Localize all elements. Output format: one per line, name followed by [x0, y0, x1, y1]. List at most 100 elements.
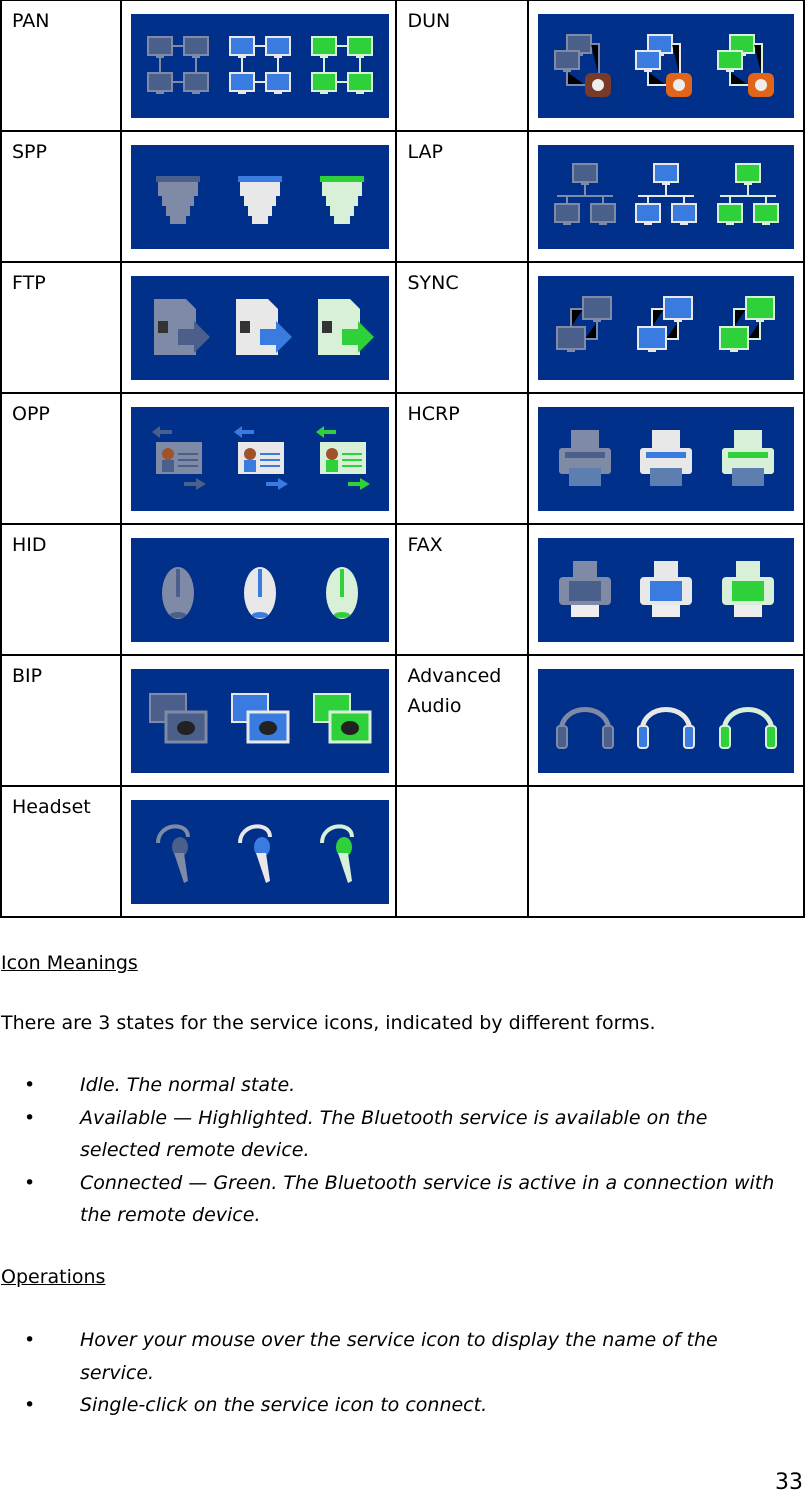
service-icon-cell	[527, 523, 805, 656]
service-label: Headset	[0, 785, 122, 918]
service-icon-cell	[119, 523, 398, 656]
serial-port-connected-icon[interactable]	[308, 158, 376, 236]
lan-access-connected-icon[interactable]	[714, 158, 782, 236]
pan-network-connected-icon[interactable]	[308, 27, 376, 105]
fax-connected-icon[interactable]	[714, 551, 782, 629]
service-name: BIP	[12, 665, 43, 687]
file-transfer-connected-icon[interactable]	[308, 289, 376, 367]
service-icon-cell	[527, 392, 805, 525]
object-push-connected-icon[interactable]	[308, 420, 376, 498]
dialup-network-connected-icon[interactable]	[714, 27, 782, 105]
pan-network-available-icon[interactable]	[226, 27, 294, 105]
mouse-available-icon[interactable]	[226, 551, 294, 629]
printer-connected-icon[interactable]	[714, 420, 782, 498]
service-name: PAN	[12, 10, 50, 32]
service-icon-strip	[538, 538, 795, 642]
service-icon-strip	[130, 800, 389, 904]
service-icon-cell	[119, 130, 398, 263]
service-label: DUN	[395, 0, 530, 132]
service-icon-cell	[527, 0, 805, 132]
service-icon-cell	[119, 392, 398, 525]
list-item-idle: Idle. The normal state.	[0, 1069, 790, 1102]
service-icon-cell	[527, 654, 805, 787]
service-icon-cell	[527, 130, 805, 263]
service-label: OPP	[0, 392, 122, 525]
fax-idle-icon[interactable]	[551, 551, 619, 629]
service-icon-strip	[538, 407, 795, 511]
service-name: OPP	[12, 403, 50, 425]
service-icon-strip	[538, 145, 795, 249]
service-label: BIP	[0, 654, 122, 787]
service-icon-cell	[119, 261, 398, 394]
service-icon-strip	[130, 538, 389, 642]
printer-available-icon[interactable]	[632, 420, 700, 498]
headset-idle-icon[interactable]	[144, 813, 212, 891]
object-push-available-icon[interactable]	[226, 420, 294, 498]
service-label: HID	[0, 523, 122, 656]
basic-imaging-available-icon[interactable]	[226, 682, 294, 760]
serial-port-idle-icon[interactable]	[144, 158, 212, 236]
service-icon-strip	[538, 14, 795, 118]
icon-meanings-intro: There are 3 states for the service icons…	[1, 1012, 656, 1034]
service-icon-strip	[538, 276, 795, 380]
sync-connected-icon[interactable]	[714, 289, 782, 367]
table-row: Headset	[0, 785, 805, 918]
basic-imaging-idle-icon[interactable]	[144, 682, 212, 760]
table-row: OPP HCRP	[0, 392, 805, 525]
service-name: SYNC	[407, 272, 459, 294]
list-item-connected: Connected — Green. The Bluetooth service…	[0, 1167, 790, 1232]
printer-idle-icon[interactable]	[551, 420, 619, 498]
fax-available-icon[interactable]	[632, 551, 700, 629]
list-item-hover: Hover your mouse over the service icon t…	[0, 1324, 790, 1389]
service-label: PAN	[0, 0, 122, 132]
table-row: FTP SYNC	[0, 261, 805, 394]
service-name: HCRP	[407, 403, 460, 425]
service-name: Advanced	[407, 665, 502, 687]
service-label: SPP	[0, 130, 122, 263]
table-row: SPP LAP	[0, 130, 805, 263]
service-label: SYNC	[395, 261, 530, 394]
file-transfer-idle-icon[interactable]	[144, 289, 212, 367]
mouse-connected-icon[interactable]	[308, 551, 376, 629]
icon-meanings-heading: Icon Meanings	[1, 952, 138, 974]
service-icon-strip	[130, 669, 389, 773]
service-icon-cell	[119, 654, 398, 787]
service-label: FTP	[0, 261, 122, 394]
list-item-single-click: Single-click on the service icon to conn…	[0, 1389, 790, 1422]
service-icon-cell	[119, 0, 398, 132]
service-name: SPP	[12, 141, 47, 163]
dialup-network-available-icon[interactable]	[632, 27, 700, 105]
operations-list: Hover your mouse over the service icon t…	[0, 1324, 790, 1422]
service-label: FAX	[395, 523, 530, 656]
headphones-available-icon[interactable]	[632, 682, 700, 760]
service-name: FTP	[12, 272, 46, 294]
table-row: PAN DUN	[0, 0, 805, 132]
basic-imaging-connected-icon[interactable]	[308, 682, 376, 760]
lan-access-idle-icon[interactable]	[551, 158, 619, 236]
icon-states-list: Idle. The normal state. Available — High…	[0, 1069, 790, 1232]
service-icon-strip	[538, 669, 795, 773]
serial-port-available-icon[interactable]	[226, 158, 294, 236]
service-name: FAX	[407, 534, 443, 556]
headset-available-icon[interactable]	[226, 813, 294, 891]
mouse-idle-icon[interactable]	[144, 551, 212, 629]
object-push-idle-icon[interactable]	[144, 420, 212, 498]
service-name: Headset	[12, 796, 91, 818]
service-label: LAP	[395, 130, 530, 263]
service-icon-strip	[130, 14, 389, 118]
lan-access-available-icon[interactable]	[632, 158, 700, 236]
table-row: HID FAX	[0, 523, 805, 656]
sync-available-icon[interactable]	[632, 289, 700, 367]
service-name: Audio	[407, 695, 462, 717]
dialup-network-idle-icon[interactable]	[551, 27, 619, 105]
service-name: DUN	[407, 10, 451, 32]
headphones-idle-icon[interactable]	[551, 682, 619, 760]
sync-idle-icon[interactable]	[551, 289, 619, 367]
pan-network-idle-icon[interactable]	[144, 27, 212, 105]
headphones-connected-icon[interactable]	[714, 682, 782, 760]
headset-connected-icon[interactable]	[308, 813, 376, 891]
service-label: HCRP	[395, 392, 530, 525]
file-transfer-available-icon[interactable]	[226, 289, 294, 367]
service-name: HID	[12, 534, 47, 556]
service-label	[395, 785, 530, 918]
